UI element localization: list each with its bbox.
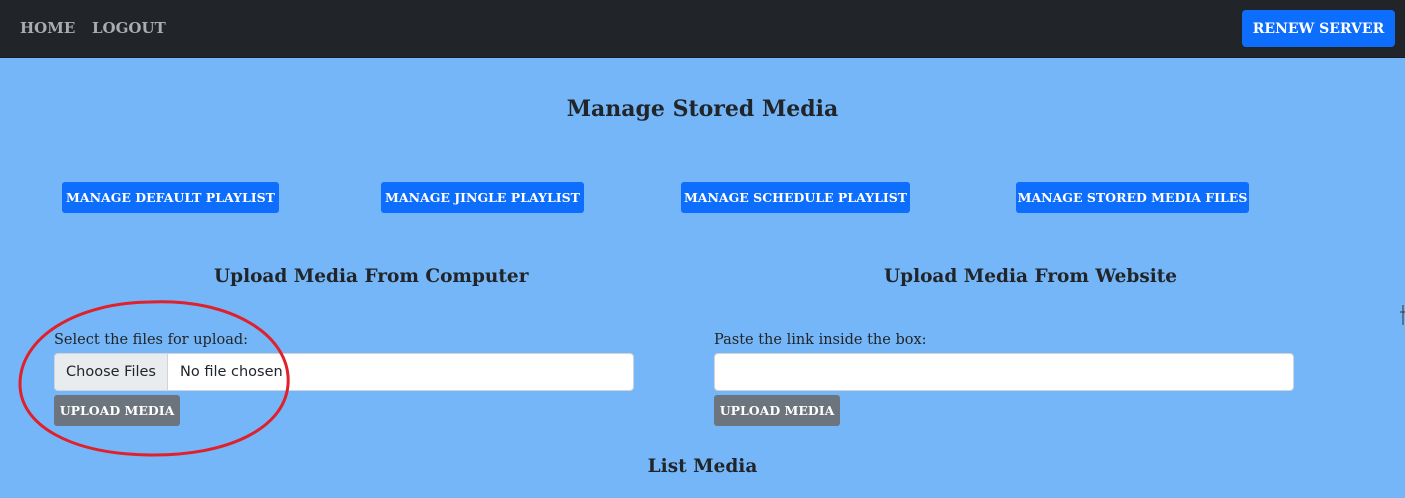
file-select-label: Select the files for upload: xyxy=(54,332,249,348)
top-navbar: HOME LOGOUT RENEW SERVER xyxy=(0,0,1405,58)
manage-stored-media-files-button[interactable]: MANAGE STORED MEDIA FILES xyxy=(1016,182,1249,213)
page-title: Manage Stored Media xyxy=(566,96,839,122)
upload-from-computer-heading: Upload Media From Computer xyxy=(214,266,529,287)
upload-from-website-heading: Upload Media From Website xyxy=(884,266,1178,287)
list-media-heading: List Media xyxy=(647,456,758,477)
upload-media-computer-button[interactable]: UPLOAD MEDIA xyxy=(54,395,180,426)
file-upload-input[interactable]: Choose Files No file chosen xyxy=(54,353,634,391)
choose-files-button[interactable]: Choose Files xyxy=(55,354,168,390)
file-status-text: No file chosen xyxy=(180,364,283,380)
manage-schedule-playlist-button[interactable]: MANAGE SCHEDULE PLAYLIST xyxy=(681,182,910,213)
red-circle-annotation xyxy=(18,300,290,457)
renew-server-button[interactable]: RENEW SERVER xyxy=(1242,10,1395,47)
link-paste-label: Paste the link inside the box: xyxy=(714,332,927,348)
manage-default-playlist-button[interactable]: MANAGE DEFAULT PLAYLIST xyxy=(62,182,279,213)
nav-home-link[interactable]: HOME xyxy=(20,19,75,37)
media-link-input[interactable] xyxy=(714,353,1294,391)
upload-media-website-button[interactable]: UPLOAD MEDIA xyxy=(714,395,840,426)
scrollbar-edge-mark xyxy=(1400,305,1405,325)
nav-logout-link[interactable]: LOGOUT xyxy=(92,19,166,37)
manage-jingle-playlist-button[interactable]: MANAGE JINGLE PLAYLIST xyxy=(381,182,584,213)
